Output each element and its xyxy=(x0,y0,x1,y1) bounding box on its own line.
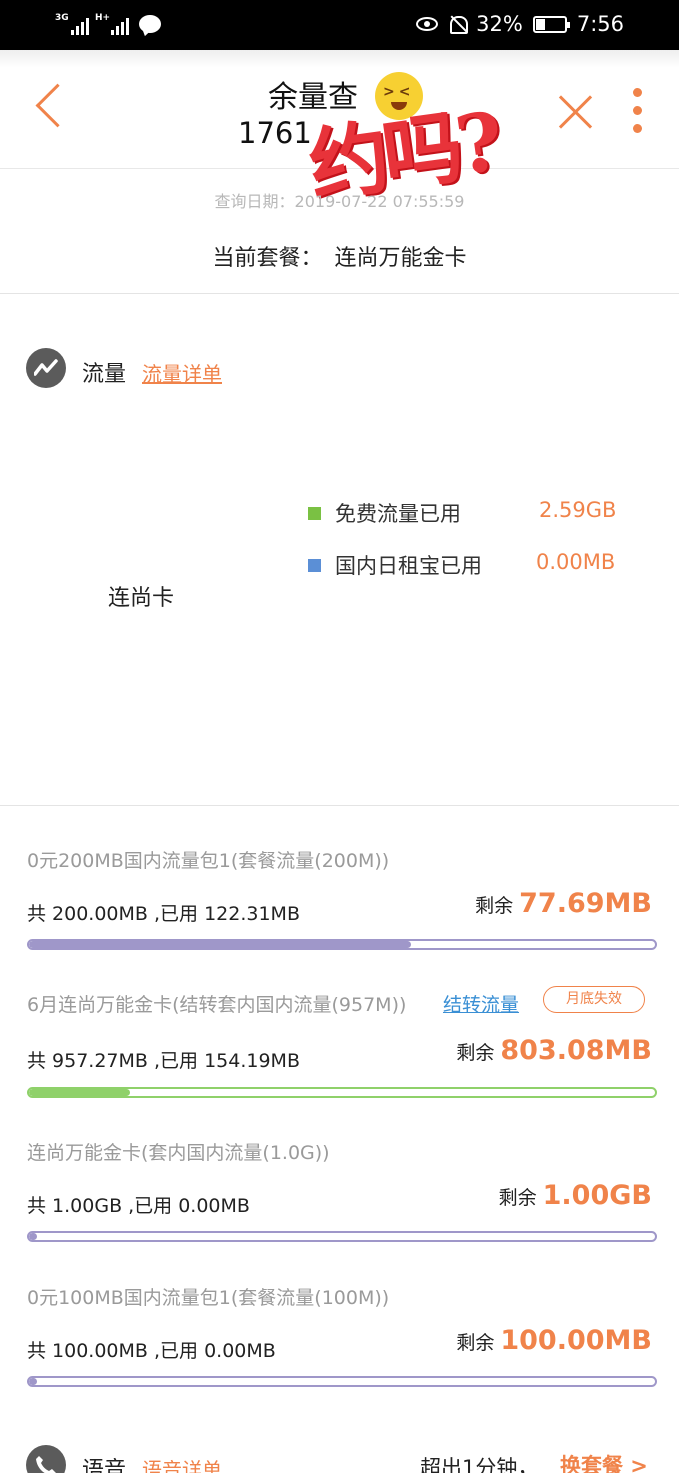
app-header: 余量查 1761 >< 约吗? xyxy=(0,50,679,214)
usage-progress-fill xyxy=(29,1378,37,1385)
package-total: 共 957.27MB ,已用 154.19MB xyxy=(27,1050,300,1072)
query-date: 查询日期：2019-07-22 07:55:59 xyxy=(214,192,465,211)
clock: 7:56 xyxy=(576,12,624,36)
legend-value: 2.59GB xyxy=(539,498,617,522)
package-remaining: 剩余 803.08MB xyxy=(456,1035,652,1066)
traffic-detail-link[interactable]: 流量详单 xyxy=(142,358,222,387)
signal-3g-icon: 3G xyxy=(55,13,89,35)
voice-detail-link[interactable]: 语音详单 xyxy=(142,1454,222,1473)
legend-swatch xyxy=(308,558,321,572)
message-icon xyxy=(139,15,161,33)
more-vertical-icon[interactable] xyxy=(628,86,648,136)
change-plan-link[interactable]: 换套餐 > xyxy=(560,1450,648,1473)
legend-label: 免费流量已用 xyxy=(335,502,461,526)
close-icon[interactable] xyxy=(555,90,597,132)
package-total: 共 200.00MB ,已用 122.31MB xyxy=(27,903,300,925)
remaining-label: 剩余 xyxy=(456,1332,495,1354)
plan-name: 连尚万能金卡 xyxy=(334,246,467,271)
legend-free-traffic: 免费流量已用 xyxy=(308,498,461,528)
signal-hplus-icon: H+ xyxy=(95,13,129,35)
remaining-value: 803.08MB xyxy=(500,1035,652,1066)
remaining-label: 剩余 xyxy=(475,895,514,917)
voice-title: 语音 xyxy=(82,1458,127,1473)
usage-progress-fill xyxy=(29,1089,130,1096)
expire-badge: 月底失效 xyxy=(543,986,645,1013)
package-total: 共 100.00MB ,已用 0.00MB xyxy=(27,1340,276,1362)
usage-progress-bar xyxy=(27,1231,657,1242)
network-type-1: 3G xyxy=(55,13,69,23)
mute-bell-icon xyxy=(448,14,469,34)
package-name: 0元100MB国内流量包1(套餐流量(100M)) xyxy=(27,1287,390,1309)
remaining-value: 77.69MB xyxy=(519,888,652,919)
remaining-value: 100.00MB xyxy=(500,1325,652,1356)
usage-progress-fill xyxy=(29,1233,37,1240)
package-name: 连尚万能金卡(套内国内流量(1.0G)) xyxy=(27,1142,330,1164)
carry-over-link[interactable]: 结转流量 xyxy=(443,990,519,1017)
phone-number: 1761 xyxy=(238,116,312,150)
package-total: 共 1.00GB ,已用 0.00MB xyxy=(27,1195,250,1217)
phone-icon xyxy=(26,1445,66,1473)
traffic-chart-icon xyxy=(26,348,66,388)
package-name: 0元200MB国内流量包1(套餐流量(200M)) xyxy=(27,850,390,872)
remaining-label: 剩余 xyxy=(456,1042,495,1064)
battery-icon xyxy=(532,15,570,33)
legend-daily-rental: 国内日租宝已用 xyxy=(308,550,482,580)
usage-progress-bar xyxy=(27,1376,657,1387)
plan-label: 当前套餐： xyxy=(212,246,323,271)
package-remaining: 剩余 100.00MB xyxy=(456,1325,652,1356)
usage-progress-fill xyxy=(29,941,411,948)
network-type-2: H+ xyxy=(95,13,111,23)
usage-progress-bar xyxy=(27,939,657,950)
battery-percent: 32% xyxy=(476,12,523,36)
legend-value: 0.00MB xyxy=(536,550,616,574)
remaining-label: 剩余 xyxy=(498,1187,537,1209)
divider xyxy=(0,805,679,806)
package-name: 6月连尚万能金卡(结转套内国内流量(957M)) xyxy=(27,994,407,1016)
usage-progress-bar xyxy=(27,1087,657,1098)
package-remaining: 剩余 1.00GB xyxy=(499,1180,652,1211)
donut-center-label: 连尚卡 xyxy=(108,586,175,611)
status-bar: 3G H+ 32% 7:56 xyxy=(0,0,679,50)
eye-comfort-icon xyxy=(416,17,439,31)
package-remaining: 剩余 77.69MB xyxy=(475,888,652,919)
divider xyxy=(0,293,679,294)
legend-label: 国内日租宝已用 xyxy=(335,554,482,578)
legend-swatch xyxy=(308,506,321,520)
traffic-title: 流量 xyxy=(82,362,127,387)
remaining-value: 1.00GB xyxy=(542,1180,652,1211)
back-chevron-icon[interactable] xyxy=(28,82,68,138)
voice-overage-text: 超出1分钟， xyxy=(420,1456,539,1473)
current-plan: 当前套餐： 连尚万能金卡 xyxy=(0,240,679,272)
